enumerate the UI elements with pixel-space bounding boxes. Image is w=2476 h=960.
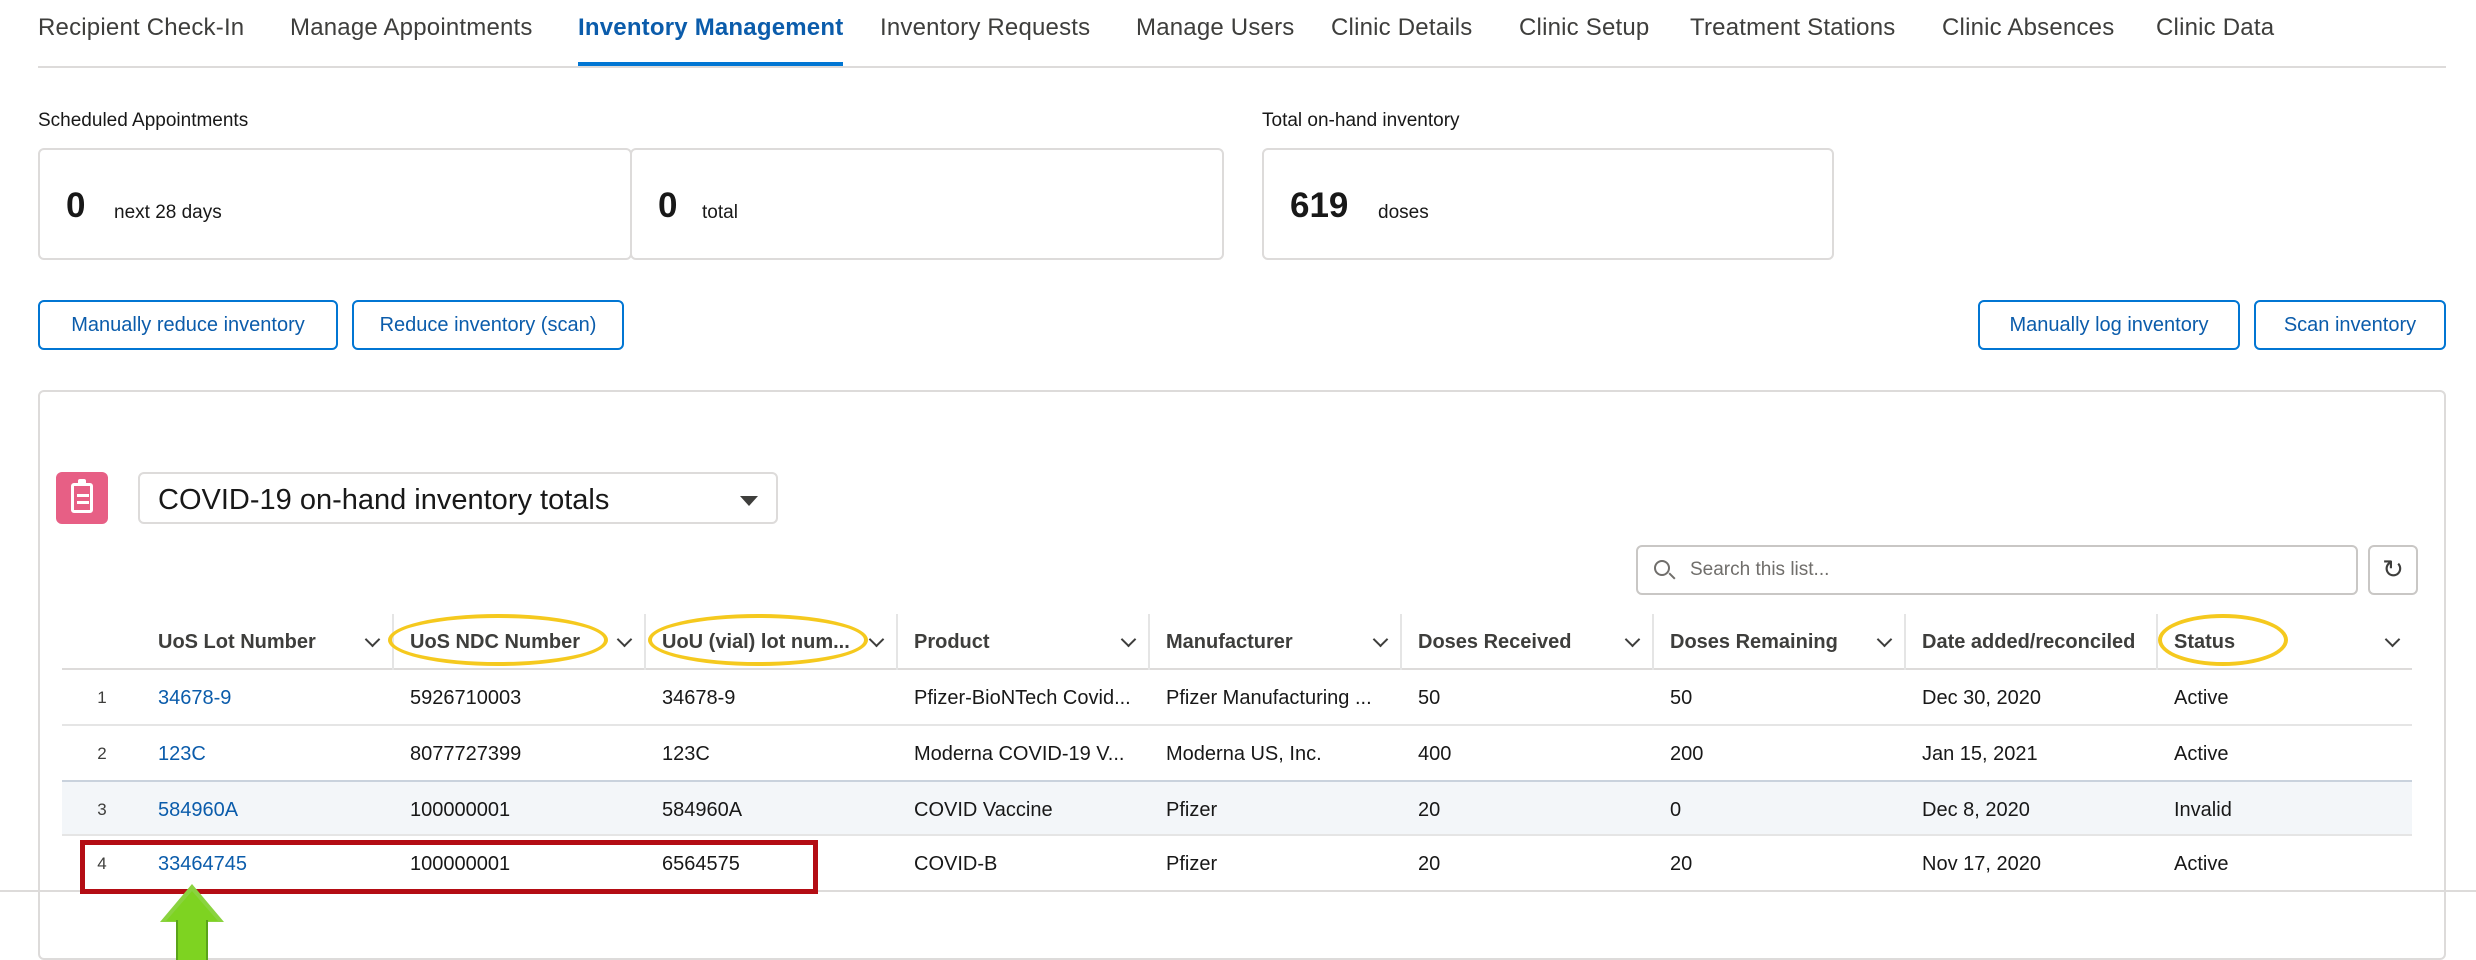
highlight-oval-vial-lot	[648, 614, 868, 666]
row-number: 3	[97, 800, 107, 819]
scan-inventory-button[interactable]: Scan inventory	[2254, 300, 2446, 350]
tab-treatment-stations[interactable]: Treatment Stations	[1690, 14, 1895, 42]
col-header-product[interactable]: Product	[898, 614, 1150, 670]
list-view-selected: COVID-19 on-hand inventory totals	[158, 484, 610, 516]
chevron-down-icon[interactable]	[1876, 631, 1893, 648]
refresh-button[interactable]: ↻	[2368, 545, 2418, 595]
list-view-select[interactable]: COVID-19 on-hand inventory totals	[138, 472, 778, 524]
inventory-total-unit: doses	[1378, 202, 1429, 223]
col-header-uos-lot-number[interactable]: UoS Lot Number	[142, 614, 394, 670]
chevron-down-icon[interactable]	[364, 631, 381, 648]
clipboard-list-icon	[56, 472, 108, 524]
inventory-total-card: 619 doses	[1262, 148, 1834, 260]
arrow-up-icon-fill	[166, 891, 218, 921]
highlight-oval-status	[2158, 614, 2288, 666]
product: Pfizer-BioNTech Covid...	[914, 687, 1131, 709]
doses-remaining: 0	[1670, 799, 1682, 821]
product: COVID-B	[914, 853, 998, 875]
chevron-down-icon[interactable]	[616, 631, 633, 648]
manually-log-inventory-button[interactable]: Manually log inventory	[1978, 300, 2240, 350]
tab-inventory-management[interactable]: Inventory Management	[578, 14, 844, 66]
caret-down-icon	[740, 496, 758, 506]
manufacturer: Moderna US, Inc.	[1166, 743, 1322, 765]
doses-received: 20	[1418, 799, 1441, 821]
date-added: Jan 15, 2021	[1922, 743, 2038, 765]
chevron-down-icon[interactable]	[1372, 631, 1389, 648]
refresh-icon: ↻	[2382, 554, 2404, 584]
product: COVID Vaccine	[914, 799, 1053, 821]
doses-received: 50	[1418, 687, 1441, 709]
col-header-doses-remaining[interactable]: Doses Remaining	[1654, 614, 1906, 670]
manufacturer: Pfizer	[1166, 853, 1218, 875]
date-added: Dec 8, 2020	[1922, 799, 2030, 821]
row-number: 1	[97, 688, 107, 707]
tab-clinic-details[interactable]: Clinic Details	[1331, 14, 1473, 42]
total-inventory-label: Total on-hand inventory	[1262, 110, 1460, 131]
appointments-next-card: 0 next 28 days	[38, 148, 632, 260]
tab-clinic-setup[interactable]: Clinic Setup	[1519, 14, 1649, 42]
lot-number-link-text[interactable]: 123C	[158, 743, 206, 765]
lot-number-link-text[interactable]: 34678-9	[158, 687, 231, 709]
search-input[interactable]: Search this list...	[1636, 545, 2358, 595]
appointments-next-value: 0	[66, 186, 86, 225]
chevron-down-icon[interactable]	[2384, 631, 2401, 648]
table-row: 3 584960A 100000001 584960A COVID Vaccin…	[62, 780, 2412, 836]
ndc-number: 8077727399	[410, 743, 522, 765]
inventory-total-value: 619	[1290, 186, 1349, 225]
doses-remaining: 20	[1670, 853, 1693, 875]
appointments-total-value: 0	[658, 186, 678, 225]
manufacturer: Pfizer	[1166, 799, 1218, 821]
vial-lot-number: 123C	[662, 743, 710, 765]
table-row: 2 123C 8077727399 123C Moderna COVID-19 …	[62, 726, 2412, 782]
tab-manage-appointments[interactable]: Manage Appointments	[290, 14, 533, 42]
date-added: Dec 30, 2020	[1922, 687, 2041, 709]
appointments-next-unit: next 28 days	[114, 202, 222, 223]
lot-number-link[interactable]: 123C	[158, 726, 394, 782]
tab-clinic-data[interactable]: Clinic Data	[2156, 14, 2274, 42]
date-added: Nov 17, 2020	[1922, 853, 2041, 875]
lot-number-link[interactable]: 34678-9	[158, 670, 394, 726]
search-icon	[1654, 560, 1670, 576]
lot-number-link[interactable]: 584960A	[158, 782, 394, 838]
row-number: 2	[97, 744, 107, 763]
col-header-doses-received[interactable]: Doses Received	[1402, 614, 1654, 670]
status: Active	[2174, 743, 2229, 765]
arrow-stem	[176, 920, 208, 960]
table-row: 1 34678-9 5926710003 34678-9 Pfizer-BioN…	[62, 670, 2412, 726]
ndc-number: 5926710003	[410, 687, 522, 709]
chevron-down-icon[interactable]	[1120, 631, 1137, 648]
tab-bar: Recipient Check-In Manage Appointments I…	[38, 0, 2446, 68]
tab-clinic-absences[interactable]: Clinic Absences	[1942, 14, 2114, 42]
col-header-date-added[interactable]: Date added/reconciled	[1906, 614, 2158, 670]
doses-remaining: 200	[1670, 743, 1704, 765]
appointments-total-unit: total	[702, 202, 738, 223]
scheduled-appointments-label: Scheduled Appointments	[38, 110, 249, 131]
tab-manage-users[interactable]: Manage Users	[1136, 14, 1294, 42]
manually-reduce-inventory-button[interactable]: Manually reduce inventory	[38, 300, 338, 350]
col-header-manufacturer[interactable]: Manufacturer	[1150, 614, 1402, 670]
vial-lot-number: 34678-9	[662, 687, 736, 709]
ndc-number: 100000001	[410, 799, 511, 821]
tab-inventory-requests[interactable]: Inventory Requests	[880, 14, 1090, 42]
product: Moderna COVID-19 V...	[914, 743, 1125, 765]
doses-received: 400	[1418, 743, 1452, 765]
doses-remaining: 50	[1670, 687, 1693, 709]
chevron-down-icon[interactable]	[1624, 631, 1641, 648]
highlight-oval-ndc	[388, 614, 608, 666]
manufacturer: Pfizer Manufacturing ...	[1166, 687, 1372, 709]
doses-received: 20	[1418, 853, 1441, 875]
lot-number-link-text[interactable]: 584960A	[158, 799, 238, 821]
status: Invalid	[2174, 799, 2232, 821]
appointments-total-card: 0 total	[630, 148, 1224, 260]
vial-lot-number: 584960A	[662, 799, 743, 821]
search-placeholder: Search this list...	[1690, 559, 1830, 580]
tab-recipient-check-in[interactable]: Recipient Check-In	[38, 14, 244, 42]
status: Active	[2174, 853, 2229, 875]
status: Active	[2174, 687, 2229, 709]
chevron-down-icon[interactable]	[868, 631, 885, 648]
reduce-inventory-scan-button[interactable]: Reduce inventory (scan)	[352, 300, 624, 350]
